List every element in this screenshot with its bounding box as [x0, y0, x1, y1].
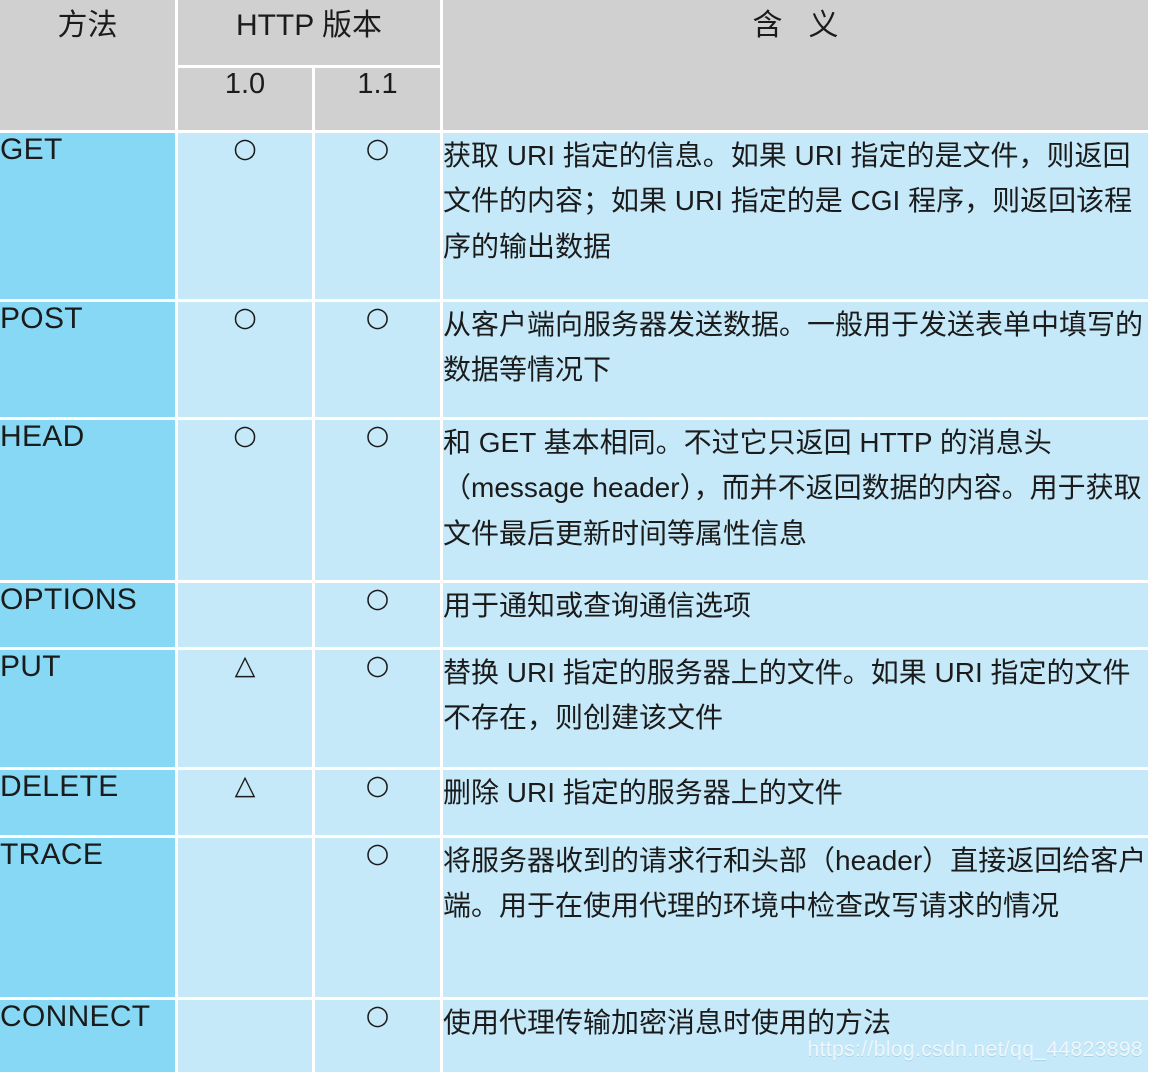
support-symbol: ○	[365, 133, 390, 164]
description-delete: 删除 URI 指定的服务器上的文件	[443, 770, 1151, 838]
table-row: GET ○ ○ 获取 URI 指定的信息。如果 URI 指定的是文件，则返回文件…	[0, 133, 1151, 302]
support-symbol: △	[234, 770, 256, 801]
description-post: 从客户端向服务器发送数据。一般用于发送表单中填写的数据等情况下	[443, 302, 1151, 420]
table-header: 方法 HTTP 版本 含义 1.0 1.1	[0, 0, 1151, 133]
description-text: 将服务器收到的请求行和头部（header）直接返回给客户端。用于在使用代理的环境…	[443, 845, 1147, 922]
table-row: PUT △ ○ 替换 URI 指定的服务器上的文件。如果 URI 指定的文件不存…	[0, 650, 1151, 770]
table-row: OPTIONS ○ 用于通知或查询通信选项	[0, 583, 1151, 650]
support-head-http11: ○	[315, 420, 443, 583]
support-connect-http10	[178, 1000, 315, 1072]
column-header-method: 方法	[0, 0, 178, 133]
support-head-http10: ○	[178, 420, 315, 583]
column-header-version-1-0: 1.0	[178, 68, 315, 133]
description-head: 和 GET 基本相同。不过它只返回 HTTP 的消息头（message head…	[443, 420, 1151, 583]
support-symbol: ○	[365, 1000, 390, 1031]
meaning-char-2: 义	[808, 9, 839, 42]
support-symbol: ○	[365, 302, 390, 333]
method-name-options: OPTIONS	[0, 583, 178, 650]
description-put: 替换 URI 指定的服务器上的文件。如果 URI 指定的文件不存在，则创建该文件	[443, 650, 1151, 770]
column-header-version-1-1: 1.1	[315, 68, 443, 133]
description-text: 获取 URI 指定的信息。如果 URI 指定的是文件，则返回文件的内容；如果 U…	[443, 140, 1133, 262]
column-header-meaning: 含义	[443, 0, 1151, 133]
support-get-http11: ○	[315, 133, 443, 302]
support-trace-http10	[178, 838, 315, 1000]
table-row: CONNECT ○ 使用代理传输加密消息时使用的方法	[0, 1000, 1151, 1072]
method-name-post: POST	[0, 302, 178, 420]
support-options-http10	[178, 583, 315, 650]
description-text: 从客户端向服务器发送数据。一般用于发送表单中填写的数据等情况下	[443, 309, 1144, 386]
support-get-http10: ○	[178, 133, 315, 302]
description-text: 和 GET 基本相同。不过它只返回 HTTP 的消息头（message head…	[443, 427, 1142, 549]
support-symbol: ○	[233, 133, 257, 164]
description-text: 用于通知或查询通信选项	[443, 590, 752, 621]
description-text: 使用代理传输加密消息时使用的方法	[443, 1007, 892, 1038]
description-trace: 将服务器收到的请求行和头部（header）直接返回给客户端。用于在使用代理的环境…	[443, 838, 1151, 1000]
method-name-delete: DELETE	[0, 770, 178, 838]
meaning-char-1: 含	[752, 9, 783, 42]
description-options: 用于通知或查询通信选项	[443, 583, 1151, 650]
support-delete-http11: ○	[315, 770, 443, 838]
http-methods-table-page: 方法 HTTP 版本 含义 1.0 1.1 GET ○ ○ 获取 URI 指定的…	[0, 0, 1151, 1072]
support-symbol: ○	[365, 650, 390, 681]
description-text: 删除 URI 指定的服务器上的文件	[443, 777, 843, 808]
support-connect-http11: ○	[315, 1000, 443, 1072]
support-options-http11: ○	[315, 583, 443, 650]
support-put-http10: △	[178, 650, 315, 770]
method-name-put: PUT	[0, 650, 178, 770]
method-name-head: HEAD	[0, 420, 178, 583]
table-row: HEAD ○ ○ 和 GET 基本相同。不过它只返回 HTTP 的消息头（mes…	[0, 420, 1151, 583]
support-symbol: ○	[365, 838, 390, 869]
support-symbol: ○	[233, 420, 257, 451]
support-symbol: ○	[365, 770, 390, 801]
support-trace-http11: ○	[315, 838, 443, 1000]
method-name-connect: CONNECT	[0, 1000, 178, 1072]
table-row: POST ○ ○ 从客户端向服务器发送数据。一般用于发送表单中填写的数据等情况下	[0, 302, 1151, 420]
support-put-http11: ○	[315, 650, 443, 770]
support-post-http10: ○	[178, 302, 315, 420]
table-row: DELETE △ ○ 删除 URI 指定的服务器上的文件	[0, 770, 1151, 838]
description-get: 获取 URI 指定的信息。如果 URI 指定的是文件，则返回文件的内容；如果 U…	[443, 133, 1151, 302]
column-header-http-version: HTTP 版本	[178, 0, 443, 68]
http-methods-table: 方法 HTTP 版本 含义 1.0 1.1 GET ○ ○ 获取 URI 指定的…	[0, 0, 1151, 1072]
description-connect: 使用代理传输加密消息时使用的方法	[443, 1000, 1151, 1072]
support-symbol: ○	[365, 583, 390, 614]
support-symbol: ○	[365, 420, 390, 451]
header-row-primary: 方法 HTTP 版本 含义	[0, 0, 1151, 133]
support-symbol: △	[234, 650, 256, 681]
support-post-http11: ○	[315, 302, 443, 420]
support-delete-http10: △	[178, 770, 315, 838]
support-symbol: ○	[233, 302, 257, 333]
description-text: 替换 URI 指定的服务器上的文件。如果 URI 指定的文件不存在，则创建该文件	[443, 657, 1131, 734]
method-name-trace: TRACE	[0, 838, 178, 1000]
table-row: TRACE ○ 将服务器收到的请求行和头部（header）直接返回给客户端。用于…	[0, 838, 1151, 1000]
table-body: GET ○ ○ 获取 URI 指定的信息。如果 URI 指定的是文件，则返回文件…	[0, 133, 1151, 1072]
method-name-get: GET	[0, 133, 178, 302]
